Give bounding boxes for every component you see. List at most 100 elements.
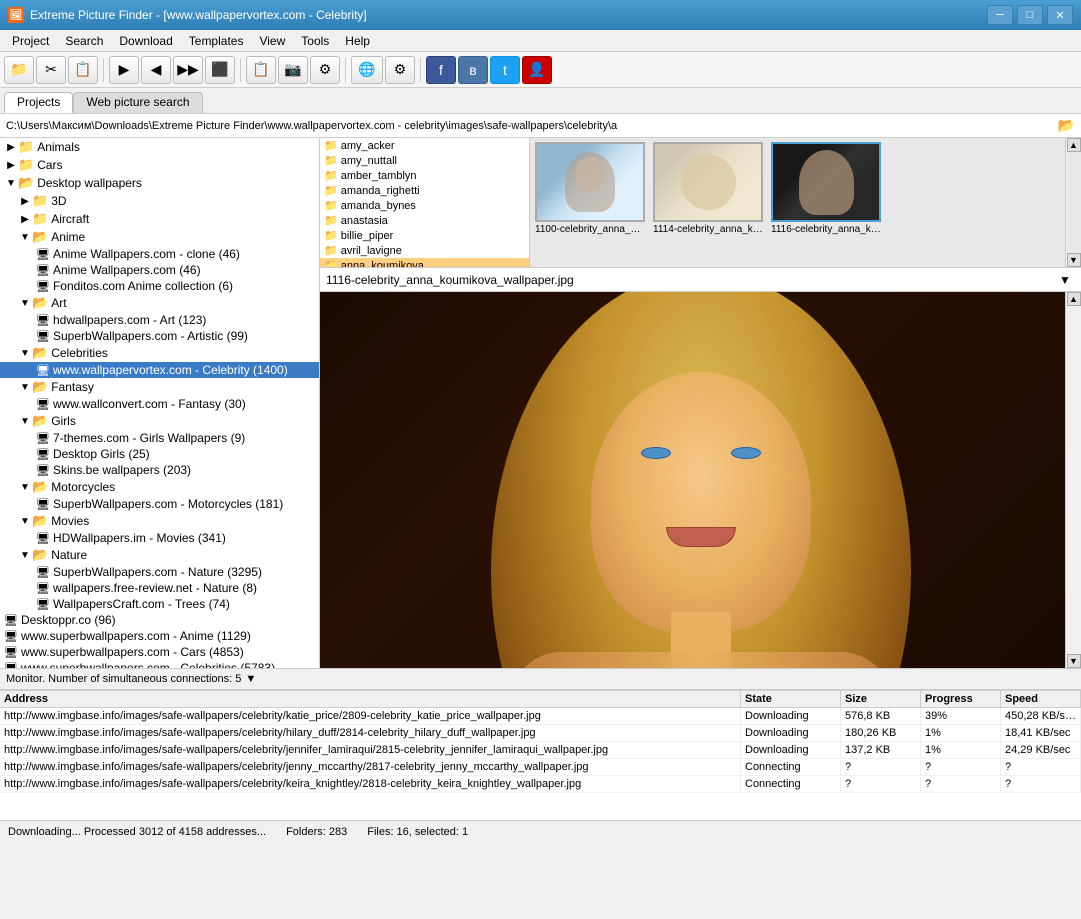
file-item[interactable]: 📁 amy_acker (320, 138, 529, 153)
tree-item-fantasy-wc[interactable]: 🖥 www.wallconvert.com - Fantasy (30) (0, 396, 319, 412)
tree-item-fonditos[interactable]: 🖥 Fonditos.com Anime collection (6) (0, 278, 319, 294)
tb-screenshot-button[interactable]: 📷 (278, 56, 308, 84)
menu-download[interactable]: Download (111, 32, 180, 50)
tree-label-girls-skins: Skins.be wallpapers (203) (53, 463, 319, 477)
tree-item-superb-anime[interactable]: 🖥 www.superbwallpapers.com - Anime (1129… (0, 628, 319, 644)
menu-project[interactable]: Project (4, 32, 57, 50)
menu-tools[interactable]: Tools (293, 32, 337, 50)
tree-item-nature[interactable]: ▼ 📂 Nature (0, 546, 319, 564)
tree-item-nature-free[interactable]: 🖥 wallpapers.free-review.net - Nature (8… (0, 580, 319, 596)
dl-speed: ? (1001, 759, 1081, 775)
tree-item-movies[interactable]: ▼ 📂 Movies (0, 512, 319, 530)
tab-projects[interactable]: Projects (4, 92, 73, 113)
tree-item-desktop[interactable]: ▼ 📂 Desktop wallpapers (0, 174, 319, 192)
toggle-movies[interactable]: ▼ (18, 516, 32, 527)
tree-item-nature-craft[interactable]: 🖥 WallpapersCraft.com - Trees (74) (0, 596, 319, 612)
tree-item-celebrities[interactable]: ▼ 📂 Celebrities (0, 344, 319, 362)
tree-item-fantasy[interactable]: ▼ 📂 Fantasy (0, 378, 319, 396)
dl-header-speed[interactable]: Speed (1001, 691, 1081, 707)
file-item[interactable]: 📁 amanda_bynes (320, 198, 529, 213)
toggle-girls[interactable]: ▼ (18, 416, 32, 427)
menu-search[interactable]: Search (57, 32, 111, 50)
menu-view[interactable]: View (251, 32, 293, 50)
tree-item-motorcycles[interactable]: ▼ 📂 Motorcycles (0, 478, 319, 496)
menu-help[interactable]: Help (337, 32, 378, 50)
file-item[interactable]: 📁 billie_piper (320, 228, 529, 243)
toggle-celebrities[interactable]: ▼ (18, 348, 32, 359)
dl-header-size[interactable]: Size (841, 691, 921, 707)
tb-cut-button[interactable]: ✂ (36, 56, 66, 84)
thumbnail-item[interactable]: 1114-celebrity_anna_kour... (652, 142, 764, 235)
toggle-3d[interactable]: ▶ (18, 196, 32, 207)
tree-item-cars[interactable]: ▶ 📁 Cars (0, 156, 319, 174)
file-item-selected[interactable]: 📁 anna_koumikova (320, 258, 529, 267)
tree-item-art-hd[interactable]: 🖥 hdwallpapers.com - Art (123) (0, 312, 319, 328)
tree-item-aircraft[interactable]: ▶ 📁 Aircraft (0, 210, 319, 228)
dl-header-address[interactable]: Address (0, 691, 741, 707)
tb-copy-button[interactable]: 📋 (68, 56, 98, 84)
toggle-animals[interactable]: ▶ (4, 142, 18, 153)
tb-next-button[interactable]: ▶▶ (173, 56, 203, 84)
thumbnail-item-selected[interactable]: 1116-celebrity_anna_koumik... (770, 142, 882, 235)
tree-item-anime-wc[interactable]: 🖥 Anime Wallpapers.com (46) (0, 262, 319, 278)
tree-item-girls-7themes[interactable]: 🖥 7-themes.com - Girls Wallpapers (9) (0, 430, 319, 446)
tb-vk-button[interactable]: в (458, 56, 488, 84)
tree-item-girls-desktop[interactable]: 🖥 Desktop Girls (25) (0, 446, 319, 462)
dl-header-state[interactable]: State (741, 691, 841, 707)
tree-item-nature-superb[interactable]: 🖥 SuperbWallpapers.com - Nature (3295) (0, 564, 319, 580)
tb-play-button[interactable]: ▶ (109, 56, 139, 84)
tb-support-button[interactable]: 👤 (522, 56, 552, 84)
tree-item-superb-cars[interactable]: 🖥 www.superbwallpapers.com - Cars (4853) (0, 644, 319, 660)
dl-header-progress[interactable]: Progress (921, 691, 1001, 707)
tree-item-anime-clone[interactable]: 🖥 Anime Wallpapers.com - clone (46) (0, 246, 319, 262)
file-item[interactable]: 📁 avril_lavigne (320, 243, 529, 258)
tb-prev-button[interactable]: ◀ (141, 56, 171, 84)
thumbnail-scrollbar[interactable]: ▲ ▼ (1065, 138, 1081, 267)
tree-item-art-superbw[interactable]: 🖥 SuperbWallpapers.com - Artistic (99) (0, 328, 319, 344)
tree-item-anime[interactable]: ▼ 📂 Anime (0, 228, 319, 246)
tree-item-3d[interactable]: ▶ 📁 3D (0, 192, 319, 210)
tb-twitter-button[interactable]: t (490, 56, 520, 84)
tb-paste-button[interactable]: 📋 (246, 56, 276, 84)
tree-item-movies-hd[interactable]: 🖥 HDWallpapers.im - Movies (341) (0, 530, 319, 546)
tab-web-picture-search[interactable]: Web picture search (73, 92, 202, 113)
path-folder-icon[interactable]: 📂 (1058, 117, 1075, 134)
folder-icon-celebrities: 📂 (32, 345, 48, 361)
tree-item-girls[interactable]: ▼ 📂 Girls (0, 412, 319, 430)
tb-new-button[interactable]: 📁 (4, 56, 34, 84)
tb-settings-button[interactable]: ⚙ (310, 56, 340, 84)
toggle-aircraft[interactable]: ▶ (18, 214, 32, 225)
menu-templates[interactable]: Templates (181, 32, 252, 50)
thumbnails-pane: 1100-celebrity_anna_kour... 1114-celebri… (530, 138, 1065, 267)
toggle-motorcycles[interactable]: ▼ (18, 482, 32, 493)
tree-item-animals[interactable]: ▶ 📁 Animals (0, 138, 319, 156)
leaf-icon-moto-superb: 🖥 (36, 498, 50, 511)
monitor-dropdown-icon[interactable]: ▼ (245, 673, 256, 685)
tb-stop-button[interactable]: ⬛ (205, 56, 235, 84)
toggle-desktop[interactable]: ▼ (4, 178, 18, 189)
file-item[interactable]: 📁 amber_tamblyn (320, 168, 529, 183)
minimize-button[interactable]: ─ (987, 5, 1013, 25)
toggle-anime[interactable]: ▼ (18, 232, 32, 243)
toggle-art[interactable]: ▼ (18, 298, 32, 309)
file-item[interactable]: 📁 amanda_righetti (320, 183, 529, 198)
tree-label-animals: Animals (37, 140, 319, 154)
tree-item-superb-celeb[interactable]: 🖥 www.superbwallpapers.com - Celebrities… (0, 660, 319, 668)
close-button[interactable]: ✕ (1047, 5, 1073, 25)
maximize-button[interactable]: □ (1017, 5, 1043, 25)
file-item[interactable]: 📁 anastasia (320, 213, 529, 228)
file-item[interactable]: 📁 amy_nuttall (320, 153, 529, 168)
tree-item-desktoppr[interactable]: 🖥 Desktoppr.co (96) (0, 612, 319, 628)
tb-facebook-button[interactable]: f (426, 56, 456, 84)
filename-dropdown-icon[interactable]: ▼ (1059, 273, 1075, 287)
tree-item-girls-skins[interactable]: 🖥 Skins.be wallpapers (203) (0, 462, 319, 478)
thumbnail-item[interactable]: 1100-celebrity_anna_kour... (534, 142, 646, 235)
tb-config-button[interactable]: ⚙ (385, 56, 415, 84)
tree-item-celeb-wv[interactable]: 🖥 www.wallpapervortex.com - Celebrity (1… (0, 362, 319, 378)
tree-item-art[interactable]: ▼ 📂 Art (0, 294, 319, 312)
toggle-fantasy[interactable]: ▼ (18, 382, 32, 393)
toggle-cars[interactable]: ▶ (4, 160, 18, 171)
tb-web-button[interactable]: 🌐 (351, 56, 383, 84)
tree-item-moto-superb[interactable]: 🖥 SuperbWallpapers.com - Motorcycles (18… (0, 496, 319, 512)
toggle-nature[interactable]: ▼ (18, 550, 32, 561)
